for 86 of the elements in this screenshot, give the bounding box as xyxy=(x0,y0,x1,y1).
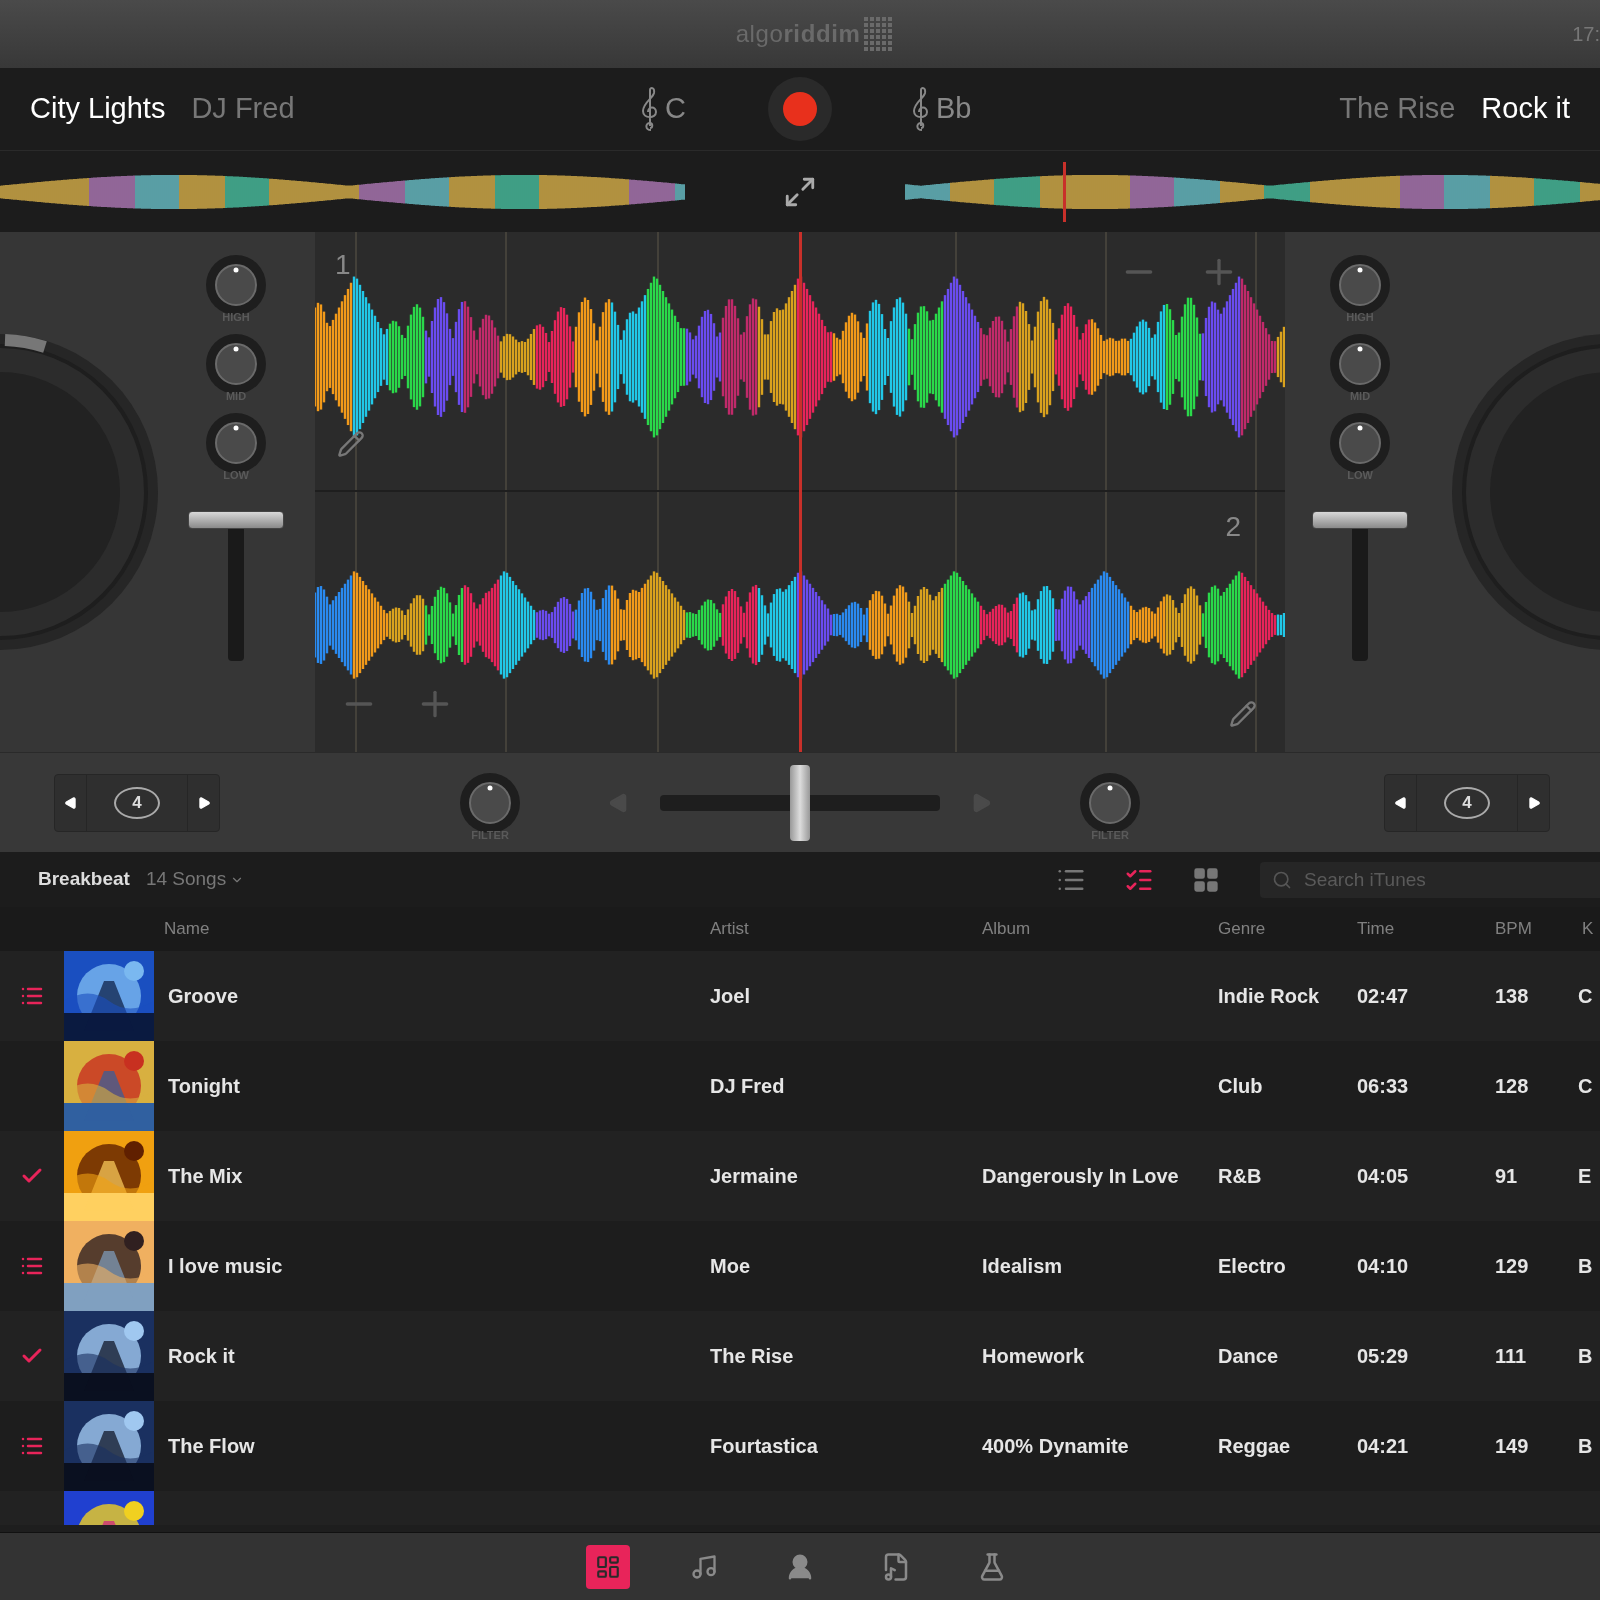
volume-fader-handle[interactable] xyxy=(1312,511,1408,529)
pencil-icon[interactable] xyxy=(337,430,365,458)
dashboard-icon xyxy=(595,1553,621,1580)
table-cell-text: B xyxy=(1578,1434,1594,1459)
table-cell-text: 04:05 xyxy=(1356,1164,1410,1189)
knob-label: LOW xyxy=(223,470,249,481)
left-triangle-icon xyxy=(1393,795,1408,810)
column-header[interactable]: Time xyxy=(1353,916,1491,942)
knob-label: MID xyxy=(225,391,247,402)
table-cell-text: B xyxy=(1578,1254,1594,1279)
column-header[interactable]: K xyxy=(1578,916,1600,942)
table-cell-text: 129 xyxy=(1494,1254,1530,1279)
table-cell-text: 05:29 xyxy=(1356,1344,1410,1369)
column-header[interactable]: Album xyxy=(978,916,1214,942)
track-title: City Lights xyxy=(30,91,166,127)
table-cell-text: Moe xyxy=(709,1254,751,1279)
volume-fader-handle[interactable] xyxy=(188,511,284,529)
knob-label: FILTER xyxy=(1091,830,1129,841)
table-cell-text: Reggae xyxy=(1217,1434,1292,1459)
knob-label: LOW xyxy=(1347,470,1373,481)
table-cell-text: Tonight xyxy=(167,1074,241,1099)
song-count-dropdown[interactable]: 14 Songs xyxy=(145,865,245,894)
table-cell-text: The Rise xyxy=(709,1344,795,1369)
table-cell-text: C xyxy=(1578,984,1594,1009)
loop-length-button[interactable]: 4 xyxy=(1417,774,1517,831)
right-triangle-icon xyxy=(1526,795,1541,810)
table-cell-text: C xyxy=(1578,1074,1594,1099)
table-cell-text: Groove xyxy=(167,984,240,1009)
table-cell-text: 138 xyxy=(1494,984,1530,1009)
logo-grid-icon xyxy=(864,17,895,51)
table-cell-text: Indie Rock xyxy=(1217,984,1321,1009)
search-icon xyxy=(1272,869,1292,890)
table-cell-text: Rock it xyxy=(167,1344,236,1369)
table-cell-text: Dangerously In Love xyxy=(981,1164,1180,1189)
music-note-icon xyxy=(690,1552,718,1581)
table-cell-text: Electro xyxy=(1217,1254,1287,1279)
table-cell-text: 02:47 xyxy=(1356,984,1410,1009)
table-cell-text: 111 xyxy=(1494,1344,1528,1369)
grid-icon xyxy=(1192,865,1220,894)
right-triangle-icon xyxy=(196,795,211,810)
table-cell-text: Club xyxy=(1217,1074,1264,1099)
left-triangle-icon xyxy=(63,795,78,810)
table-cell-text: Fourtastica xyxy=(709,1434,819,1459)
column-header[interactable]: Genre xyxy=(1214,916,1353,942)
knob-label: HIGH xyxy=(1346,312,1374,323)
track-title: Rock it xyxy=(1481,91,1570,127)
table-cell-text: Idealism xyxy=(981,1254,1064,1279)
table-cell-text: I love music xyxy=(167,1254,284,1279)
column-header[interactable]: Name xyxy=(160,916,706,942)
mixer-tab[interactable] xyxy=(586,1544,630,1589)
table-cell-text: Dance xyxy=(1217,1344,1280,1369)
key-label: C xyxy=(665,91,686,127)
knob-label: HIGH xyxy=(222,312,250,323)
table-cell-text: Jermaine xyxy=(709,1164,799,1189)
table-cell-text: DJ Fred xyxy=(709,1074,786,1099)
table-cell-text: R&B xyxy=(1217,1164,1263,1189)
table-cell-text: 91 xyxy=(1494,1164,1519,1189)
track-artist: The Rise xyxy=(1339,91,1456,127)
table-cell-text: The Flow xyxy=(167,1434,256,1459)
track-number: 1 xyxy=(335,248,351,282)
pencil-icon[interactable] xyxy=(1229,700,1257,728)
table-cell-text: 400% Dynamite xyxy=(981,1434,1130,1459)
song-row[interactable]: The Mix Jermaine Dangerously In Love R&B 04:05 91 E xyxy=(0,1131,1600,1221)
table-cell-text: 04:10 xyxy=(1356,1254,1410,1279)
table-cell-text: Homework xyxy=(981,1344,1086,1369)
key-label: Bb xyxy=(936,91,972,127)
table-cell-text: 06:33 xyxy=(1356,1074,1410,1099)
knob-label: MID xyxy=(1349,391,1371,402)
song-row[interactable]: Rock it The Rise Homework Dance 05:29 111 B xyxy=(0,1311,1600,1401)
song-row[interactable]: Groove Joel Indie Rock 02:47 138 C xyxy=(0,951,1600,1041)
clock: 17: xyxy=(1572,22,1600,47)
track-artist: DJ Fred xyxy=(191,91,295,127)
table-cell-text: The Mix xyxy=(167,1164,244,1189)
track-number: 2 xyxy=(1225,510,1241,544)
table-cell-text: 128 xyxy=(1494,1074,1530,1099)
column-header[interactable]: Artist xyxy=(706,916,978,942)
table-cell-text: 04:21 xyxy=(1356,1434,1410,1459)
loop-length-button[interactable]: 4 xyxy=(87,774,187,831)
crossfader-handle[interactable] xyxy=(790,764,810,841)
table-cell-text: Joel xyxy=(709,984,752,1009)
table-cell-text: E xyxy=(1578,1164,1593,1189)
column-header[interactable]: BPM xyxy=(1491,916,1578,942)
knob-label: FILTER xyxy=(471,830,509,841)
playlist-title: Breakbeat xyxy=(38,867,130,892)
table-cell-text: B xyxy=(1578,1344,1594,1369)
table-cell-text: 149 xyxy=(1494,1434,1530,1459)
